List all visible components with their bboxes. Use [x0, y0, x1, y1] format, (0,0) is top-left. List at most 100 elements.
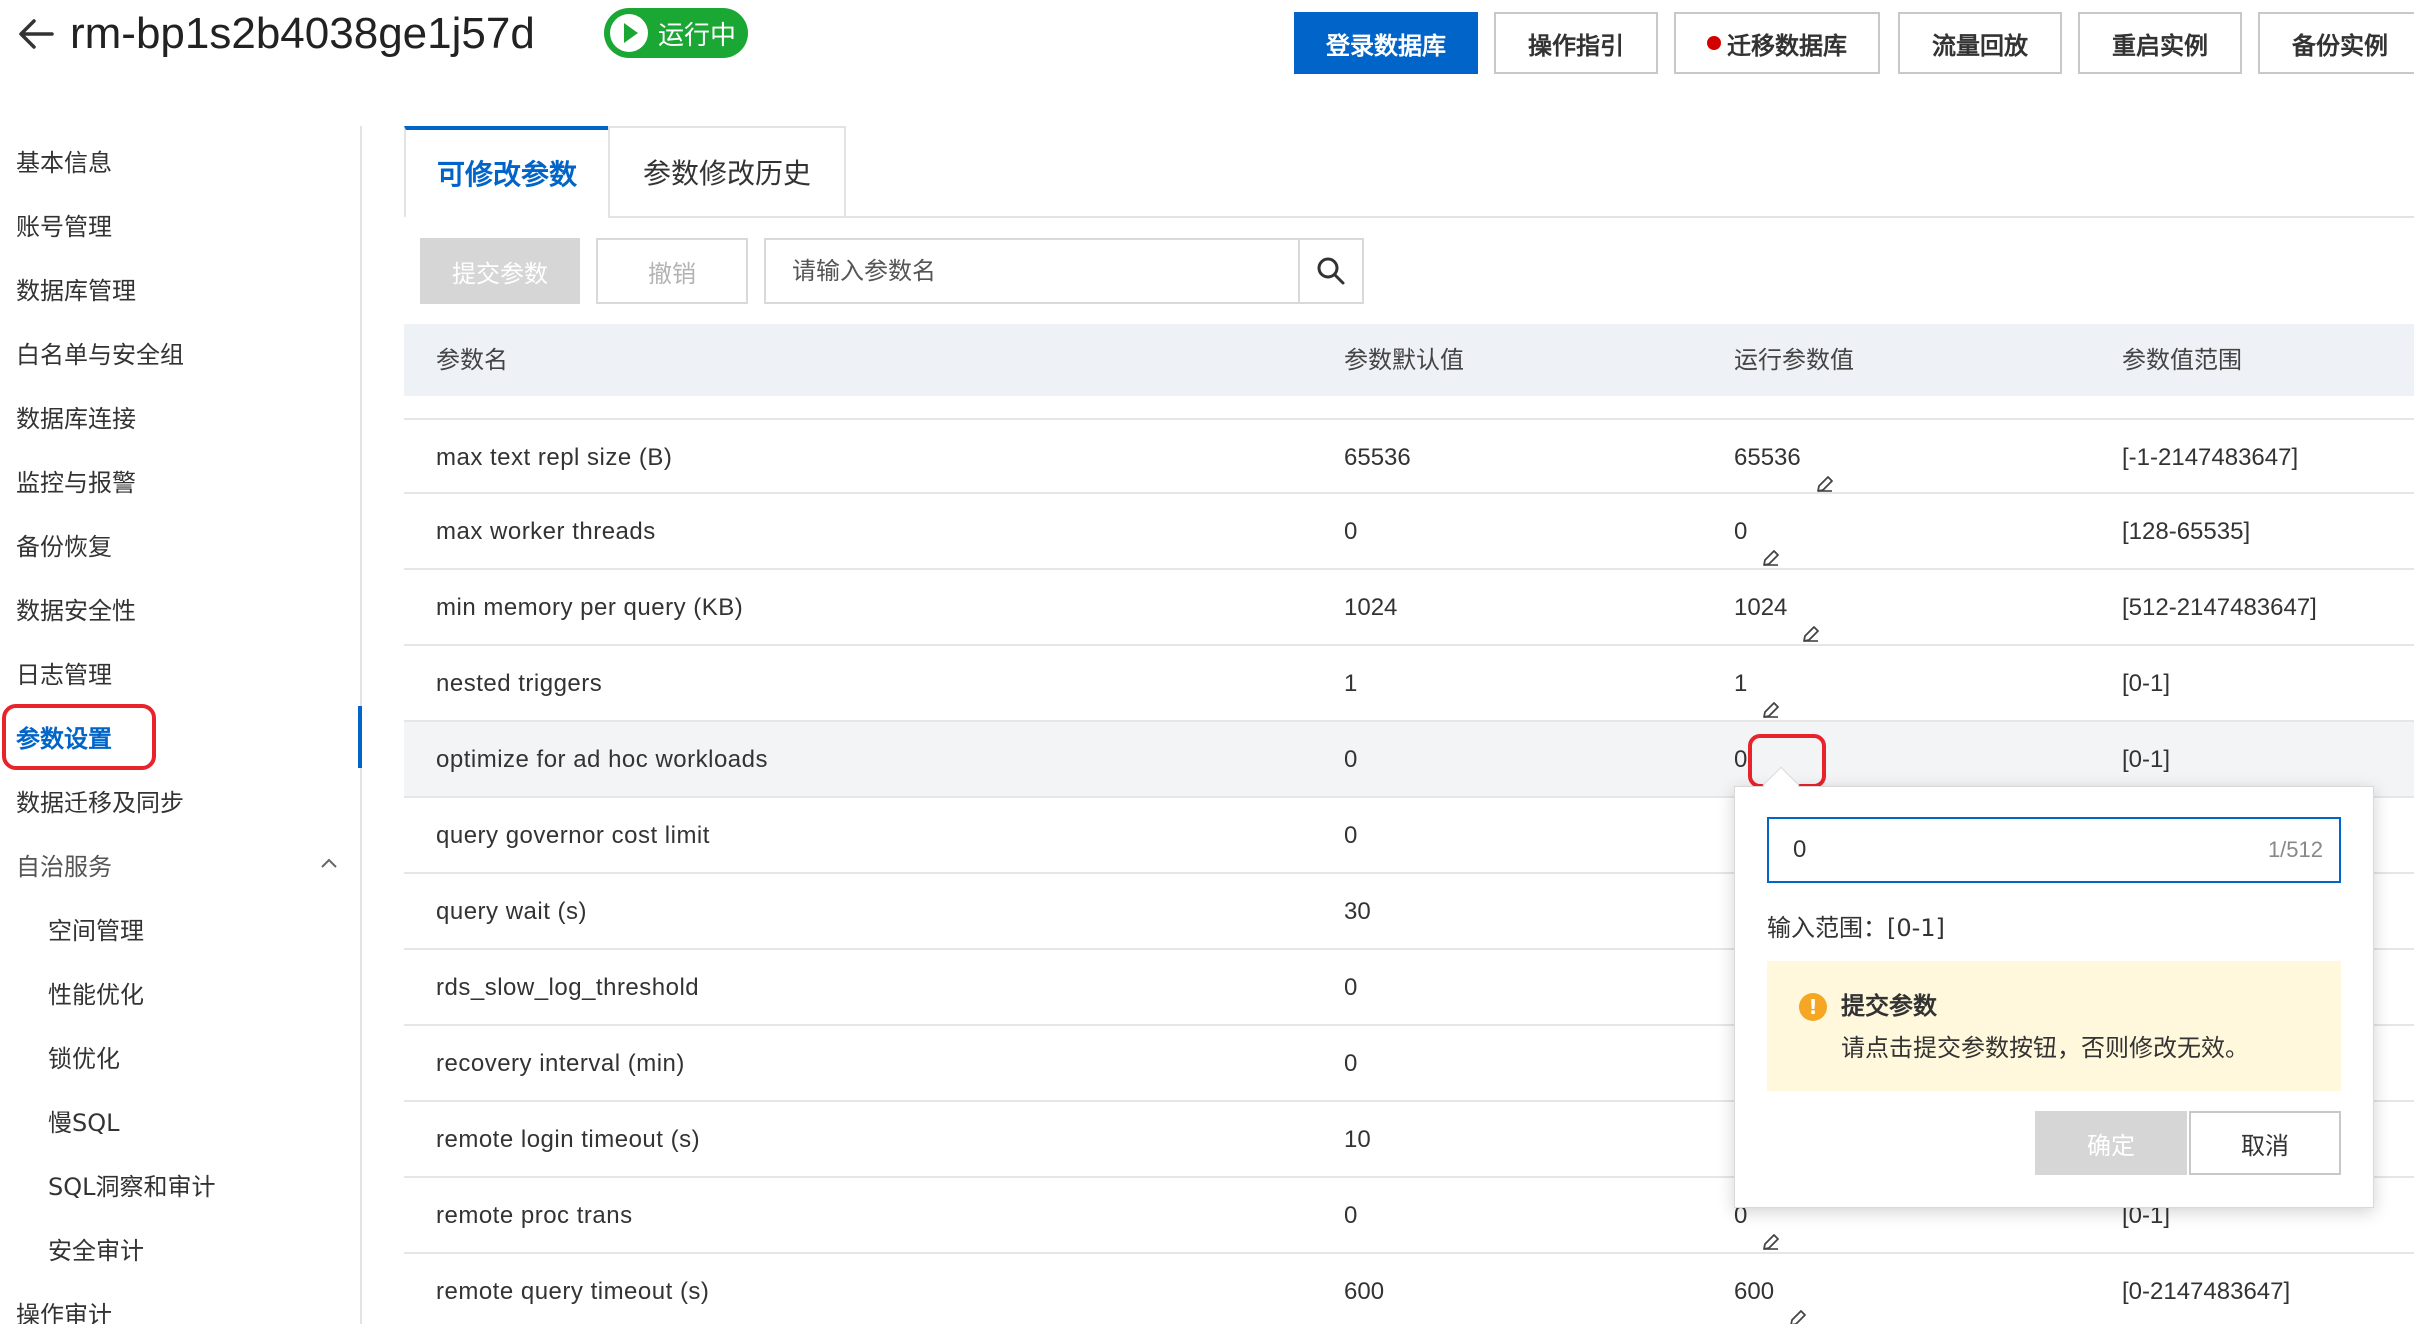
param-name: remote query timeout (s) — [436, 1278, 710, 1305]
sidebar-item-operation-audit[interactable]: 操作审计 — [16, 1298, 112, 1324]
traffic-replay-label: 流量回放 — [1932, 31, 2028, 60]
warning-icon: ! — [1799, 993, 1827, 1021]
param-default-value: 600 — [1344, 1278, 1385, 1305]
migrate-database-label: 迁移数据库 — [1727, 31, 1847, 60]
sidebar-subitem-slow-sql[interactable]: 慢SQL — [48, 1106, 120, 1140]
table-row: max text repl size (B) 65536 65536 [-1-2147… — [404, 418, 2414, 494]
restart-instance-label: 重启实例 — [2112, 31, 2208, 60]
login-database-label: 登录数据库 — [1326, 31, 1446, 60]
param-name: recovery interval (min) — [436, 1050, 685, 1077]
red-dot-icon — [1707, 36, 1721, 50]
table-header: 参数名 参数默认值 运行参数值 参数值范围 — [404, 324, 2414, 396]
table-row: min memory per query (KB) 1024 1024 [512-21… — [404, 570, 2414, 646]
param-running-cell: 0 — [1734, 494, 1781, 570]
revert-label: 撤销 — [648, 259, 696, 288]
param-value-range: [0-2147483647] — [2122, 1278, 2291, 1305]
sidebar-active-indicator — [358, 706, 362, 768]
edit-pencil-icon[interactable] — [1761, 675, 1781, 718]
param-running-cell: 1024 — [1734, 570, 1821, 646]
param-name: nested triggers — [436, 670, 603, 697]
column-header-name: 参数名 — [436, 346, 508, 374]
tab-param-history[interactable]: 参数修改历史 — [608, 126, 846, 218]
edit-pencil-icon[interactable] — [1788, 1283, 1808, 1324]
operation-guide-button[interactable]: 操作指引 — [1494, 12, 1658, 74]
param-name: query governor cost limit — [436, 822, 710, 849]
sidebar-item-security[interactable]: 数据安全性 — [16, 594, 136, 628]
sidebar-subitem-sql-insight[interactable]: SQL洞察和审计 — [48, 1170, 216, 1204]
tab-editable-params-label: 可修改参数 — [436, 158, 577, 191]
param-default-value: 0 — [1344, 1050, 1358, 1077]
popover-cancel-button[interactable]: 取消 — [2189, 1111, 2341, 1175]
param-default-value: 30 — [1344, 898, 1371, 925]
sidebar-item-connection[interactable]: 数据库连接 — [16, 402, 136, 436]
param-name: max worker threads — [436, 518, 656, 545]
sidebar-subitem-space[interactable]: 空间管理 — [48, 914, 144, 948]
param-value-range: [512-2147483647] — [2122, 594, 2317, 621]
instance-id-title: rm-bp1s2b4038ge1j57d — [70, 9, 535, 58]
param-running-cell: 65536 — [1734, 420, 1835, 496]
tab-editable-params[interactable]: 可修改参数 — [404, 126, 610, 218]
column-header-running: 运行参数值 — [1734, 346, 1854, 374]
param-name: optimize for ad hoc workloads — [436, 746, 768, 773]
param-default-value: 1 — [1344, 670, 1358, 697]
chevron-up-icon[interactable] — [318, 852, 340, 874]
edit-pencil-icon[interactable] — [1815, 449, 1835, 492]
login-database-button[interactable]: 登录数据库 — [1294, 12, 1478, 74]
edit-pencil-icon[interactable] — [1761, 523, 1781, 566]
sidebar-subitem-performance[interactable]: 性能优化 — [48, 978, 144, 1012]
back-arrow-icon[interactable] — [14, 12, 58, 56]
operation-guide-label: 操作指引 — [1528, 31, 1624, 60]
status-label: 运行中 — [658, 20, 737, 51]
sidebar-item-migration[interactable]: 数据迁移及同步 — [16, 786, 184, 820]
param-name: remote proc trans — [436, 1202, 633, 1229]
search-icon — [1317, 257, 1345, 285]
param-running-value: 0 — [1734, 518, 1748, 545]
sidebar-group-autonomy[interactable]: 自治服务 — [16, 850, 112, 884]
param-value-input[interactable] — [1769, 819, 2229, 881]
migrate-database-button[interactable]: 迁移数据库 — [1674, 12, 1880, 74]
sidebar-item-logs[interactable]: 日志管理 — [16, 658, 112, 692]
restart-instance-button[interactable]: 重启实例 — [2078, 12, 2242, 74]
param-name: remote login timeout (s) — [436, 1126, 701, 1153]
revert-button[interactable]: 撤销 — [596, 238, 748, 304]
sidebar-item-whitelist[interactable]: 白名单与安全组 — [16, 338, 184, 372]
sidebar-item-accounts[interactable]: 账号管理 — [16, 210, 112, 244]
param-name: min memory per query (KB) — [436, 594, 744, 621]
submit-params-button[interactable]: 提交参数 — [420, 238, 580, 304]
param-name: rds_slow_log_threshold — [436, 974, 700, 1001]
param-name: query wait (s) — [436, 898, 588, 925]
param-default-value: 0 — [1344, 1202, 1358, 1229]
edit-pencil-icon[interactable] — [1801, 599, 1821, 642]
popover-cancel-label: 取消 — [2241, 1131, 2289, 1160]
status-badge: 运行中 — [604, 8, 748, 58]
sidebar-item-monitoring[interactable]: 监控与报警 — [16, 466, 136, 500]
submit-params-label: 提交参数 — [452, 259, 548, 288]
param-default-value: 0 — [1344, 746, 1358, 773]
param-default-value: 0 — [1344, 822, 1358, 849]
traffic-replay-button[interactable]: 流量回放 — [1898, 12, 2062, 74]
search-button[interactable] — [1298, 238, 1364, 304]
param-running-value: 0 — [1734, 746, 1748, 773]
param-default-value: 0 — [1344, 974, 1358, 1001]
sidebar-item-databases[interactable]: 数据库管理 — [16, 274, 136, 308]
backup-instance-button[interactable]: 备份实例 — [2258, 12, 2414, 74]
column-header-default: 参数默认值 — [1344, 346, 1464, 374]
column-header-range: 参数值范围 — [2122, 346, 2242, 374]
sidebar-subitem-lock[interactable]: 锁优化 — [48, 1042, 120, 1076]
table-row: max worker threads 0 0 [128-65535] — [404, 494, 2414, 570]
param-search-input[interactable] — [766, 240, 1298, 302]
sidebar-subitem-security-audit[interactable]: 安全审计 — [48, 1234, 144, 1268]
char-counter: 1/512 — [2267, 837, 2323, 862]
edit-param-popover: 1/512 输入范围：[0-1] ! 提交参数 请点击提交参数按钮，否则修改无效… — [1734, 786, 2374, 1208]
param-default-value: 10 — [1344, 1126, 1371, 1153]
sidebar-item-backup[interactable]: 备份恢复 — [16, 530, 112, 564]
sidebar-item-basic-info[interactable]: 基本信息 — [16, 146, 112, 180]
confirm-label: 确定 — [2087, 1131, 2135, 1160]
param-value-range: [0-1] — [2122, 670, 2171, 697]
param-running-cell: 1 — [1734, 646, 1781, 722]
confirm-button[interactable]: 确定 — [2035, 1111, 2187, 1175]
param-value-range: [128-65535] — [2122, 518, 2251, 545]
edit-pencil-icon[interactable] — [1761, 1207, 1781, 1250]
param-default-value: 65536 — [1344, 444, 1411, 471]
warning-title: 提交参数 — [1841, 992, 1937, 1020]
